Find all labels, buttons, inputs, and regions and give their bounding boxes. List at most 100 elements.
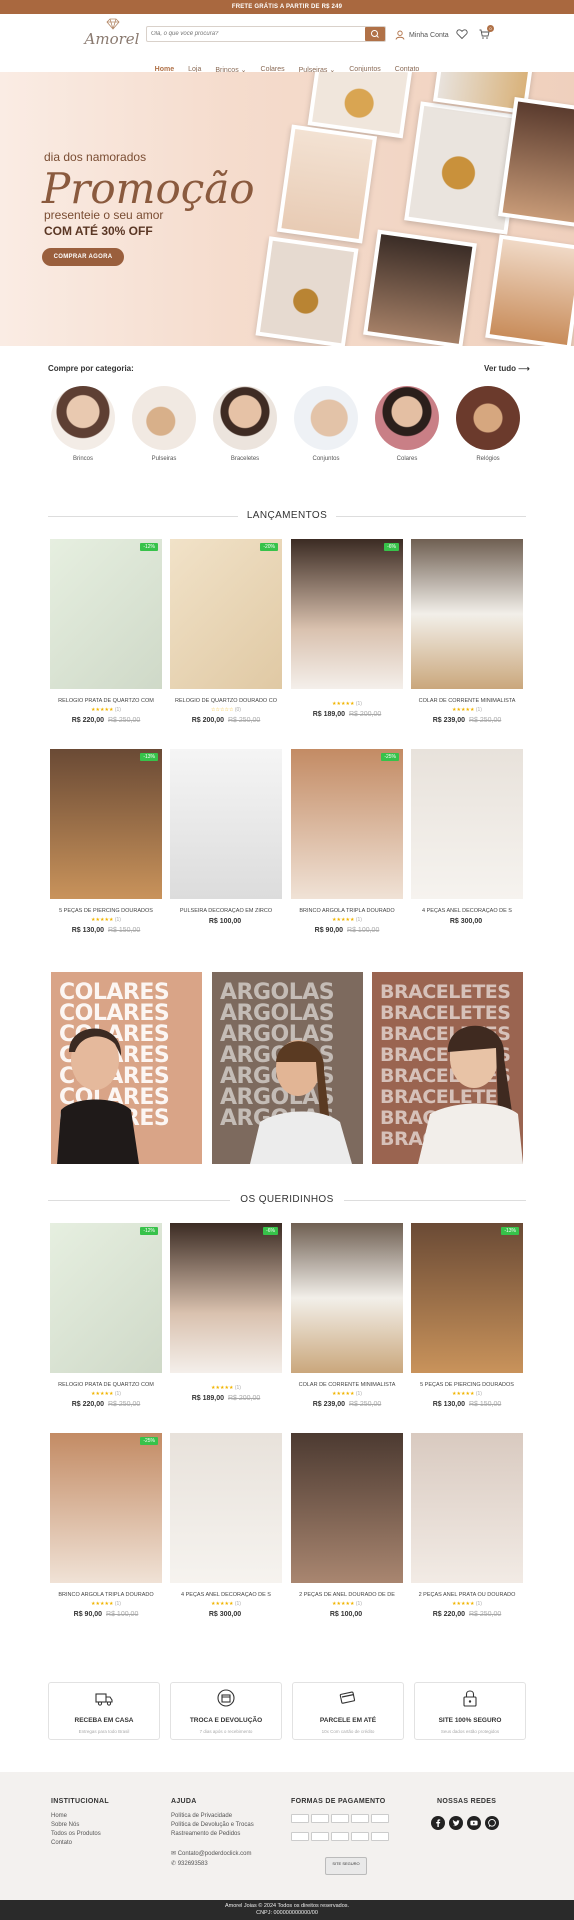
shop-now-button[interactable]: COMPRAR AGORA — [42, 248, 124, 266]
category-earrings[interactable]: Brincos — [50, 386, 116, 462]
whatsapp-icon[interactable] — [485, 1816, 499, 1830]
product-image[interactable] — [170, 749, 282, 899]
hero-photo — [485, 234, 574, 346]
hero-headline: Promoção — [42, 164, 255, 213]
original-price: R$ 250,00 — [468, 1611, 502, 1618]
original-price: R$ 200,00 — [227, 1395, 261, 1402]
hero-banner[interactable]: dia dos namorados Promoção presenteie o … — [0, 72, 574, 346]
discount-badge: -12% — [140, 543, 158, 551]
product-price: R$ 130,00 R$ 150,00 — [71, 927, 141, 934]
banner-bracelets[interactable]: BRACELETES BRACELETES BRACELETES BRACELETES… — [372, 972, 523, 1164]
facebook-icon[interactable] — [431, 1816, 445, 1830]
copyright: Amorel Joias © 2024 Todos os direitos re… — [0, 1900, 574, 1920]
product-image[interactable]: -13% — [50, 749, 162, 899]
search-input[interactable] — [151, 28, 361, 40]
product-name[interactable]: 4 PEÇAS ANEL DECORAÇÃO DE S — [411, 908, 523, 914]
feature-subtitle: Seus dados estão protegidos — [440, 1729, 500, 1734]
product-price: R$ 90,00 R$ 100,00 — [73, 1611, 139, 1618]
search-bar — [146, 26, 386, 42]
product-name[interactable]: 2 PEÇAS ANEL PRATA OU DOURADO — [411, 1592, 523, 1598]
product-card[interactable]: 4 PEÇAS ANEL DECORAÇÃO DE S R$ 300,00 — [411, 749, 523, 925]
category-bracelets[interactable]: Pulseiras — [131, 386, 197, 462]
search-button[interactable] — [365, 27, 385, 41]
product-card[interactable]: -25% BRINCO ARGOLA TRIPLA DOURADO ★★★★★ (1… — [50, 1433, 162, 1618]
youtube-icon[interactable] — [467, 1816, 481, 1830]
rating-stars: ★★★★★ (1) — [452, 707, 482, 713]
product-card[interactable]: 2 PEÇAS ANEL PRATA OU DOURADO ★★★★★ (1) R$… — [411, 1433, 523, 1618]
product-image[interactable]: -20% — [170, 539, 282, 689]
product-card[interactable]: -12% RELÓGIO PRATA DE QUARTZO COM ★★★★★ (1… — [50, 1223, 162, 1408]
footer-link-home[interactable]: Home — [51, 1813, 109, 1819]
twitter-icon[interactable] — [449, 1816, 463, 1830]
product-name[interactable]: 2 PEÇAS DE ANEL DOURADO DE DE — [291, 1592, 403, 1598]
footer-link-products[interactable]: Todos os Produtos — [51, 1831, 109, 1837]
heart-icon[interactable] — [456, 28, 468, 40]
discount-badge: -20% — [260, 543, 278, 551]
category-image — [456, 386, 520, 450]
see-all-link[interactable]: Ver tudo ⟶ — [484, 364, 530, 373]
product-image[interactable]: -12% — [50, 1223, 162, 1373]
footer-link-privacy[interactable]: Política de Privacidade — [171, 1813, 254, 1819]
product-image[interactable]: -13% — [411, 1223, 523, 1373]
category-image — [132, 386, 196, 450]
product-image[interactable]: -12% — [50, 539, 162, 689]
product-name[interactable]: PULSEIRA DECORAÇÃO EM ZIRCO — [170, 908, 282, 914]
product-name[interactable]: RELÓGIO PRATA DE QUARTZO COM — [50, 1382, 162, 1388]
product-name[interactable]: RELÓGIO PRATA DE QUARTZO COM — [50, 698, 162, 704]
product-card[interactable]: -6% ★★★★★ (1) R$ 189,00 R$ 200,00 — [170, 1223, 282, 1402]
product-image[interactable] — [291, 1223, 403, 1373]
product-card[interactable]: 2 PEÇAS DE ANEL DOURADO DE DE ★★★★★ (1) R$… — [291, 1433, 403, 1618]
footer-phone[interactable]: ✆ 932693583 — [171, 1860, 254, 1867]
banner-necklaces[interactable]: COLARESCOLARESCOLARESCOLARESCOLARESCOLAR… — [51, 972, 202, 1164]
product-image[interactable] — [411, 1433, 523, 1583]
footer-link-contact[interactable]: Contato — [51, 1840, 109, 1846]
discount-badge: -6% — [384, 543, 399, 551]
footer-link-about[interactable]: Sobre Nós — [51, 1822, 109, 1828]
product-name[interactable]: RELÓGIO DE QUARTZO DOURADO CO — [170, 698, 282, 704]
category-watches[interactable]: Relógios — [455, 386, 521, 462]
category-sets[interactable]: Conjuntos — [293, 386, 359, 462]
product-image[interactable] — [291, 1433, 403, 1583]
product-image[interactable]: -6% — [170, 1223, 282, 1373]
product-image[interactable]: -6% — [291, 539, 403, 689]
product-name[interactable]: 4 PEÇAS ANEL DECORAÇÃO DE S — [170, 1592, 282, 1598]
product-image[interactable] — [170, 1433, 282, 1583]
product-card[interactable]: -6% ★★★★★ (1) R$ 189,00 R$ 200,00 — [291, 539, 403, 718]
product-card[interactable]: COLAR DE CORRENTE MINIMALISTA ★★★★★ (1) R$… — [411, 539, 523, 724]
product-name[interactable]: COLAR DE CORRENTE MINIMALISTA — [291, 1382, 403, 1388]
product-card[interactable]: -20% RELÓGIO DE QUARTZO DOURADO CO ☆☆☆☆☆ (… — [170, 539, 282, 724]
product-name[interactable]: BRINCO ARGOLA TRIPLA DOURADO — [291, 908, 403, 914]
boleto-icon — [331, 1832, 349, 1841]
product-name[interactable]: COLAR DE CORRENTE MINIMALISTA — [411, 698, 523, 704]
product-card[interactable]: -25% BRINCO ARGOLA TRIPLA DOURADO ★★★★★ (1… — [291, 749, 403, 934]
footer-email[interactable]: ✉ Contato@poderdoclick.com — [171, 1850, 254, 1857]
product-card[interactable]: PULSEIRA DECORAÇÃO EM ZIRCO R$ 100,00 — [170, 749, 282, 925]
product-price: R$ 90,00 R$ 100,00 — [314, 927, 380, 934]
product-image[interactable] — [411, 539, 523, 689]
product-name[interactable]: 5 PEÇAS DE PIERCING DOURADOS — [411, 1382, 523, 1388]
feature-returns: TROCA E DEVOLUÇÃO 7 dias após o recebime… — [170, 1682, 282, 1740]
footer-link-returns[interactable]: Política de Devolução e Trocas — [171, 1822, 254, 1828]
category-necklaces[interactable]: Colares — [374, 386, 440, 462]
product-card[interactable]: COLAR DE CORRENTE MINIMALISTA ★★★★★ (1) R$… — [291, 1223, 403, 1408]
product-card[interactable]: -13% 5 PEÇAS DE PIERCING DOURADOS ★★★★★ (1… — [411, 1223, 523, 1408]
footer-help: AJUDA Política de Privacidade Política d… — [171, 1798, 254, 1867]
discount-badge: -12% — [140, 1227, 158, 1235]
product-name[interactable]: BRINCO ARGOLA TRIPLA DOURADO — [50, 1592, 162, 1598]
rating-stars: ★★★★★ (1) — [332, 1391, 362, 1397]
product-card[interactable]: -13% 5 PEÇAS DE PIERCING DOURADOS ★★★★★ (1… — [50, 749, 162, 934]
product-image[interactable]: -25% — [291, 749, 403, 899]
product-name[interactable]: 5 PEÇAS DE PIERCING DOURADOS — [50, 908, 162, 914]
hero-photo — [276, 124, 378, 244]
product-card[interactable]: -12% RELÓGIO PRATA DE QUARTZO COM ★★★★★ (1… — [50, 539, 162, 724]
diners-icon — [291, 1832, 309, 1841]
logo[interactable]: Amorel — [84, 18, 140, 56]
account-link[interactable]: Minha Conta — [395, 28, 449, 42]
product-image[interactable] — [411, 749, 523, 899]
product-card[interactable]: 4 PEÇAS ANEL DECORAÇÃO DE S ★★★★★ (1) R$ 3… — [170, 1433, 282, 1618]
product-image[interactable]: -25% — [50, 1433, 162, 1583]
banner-hoops[interactable]: ARGOLASARGOLASARGOLASARGOLASARGOLASARGOL… — [212, 972, 363, 1164]
hero-photo — [255, 236, 359, 346]
category-bangles[interactable]: Braceletes — [212, 386, 278, 462]
product-price: R$ 100,00 — [329, 1611, 363, 1618]
